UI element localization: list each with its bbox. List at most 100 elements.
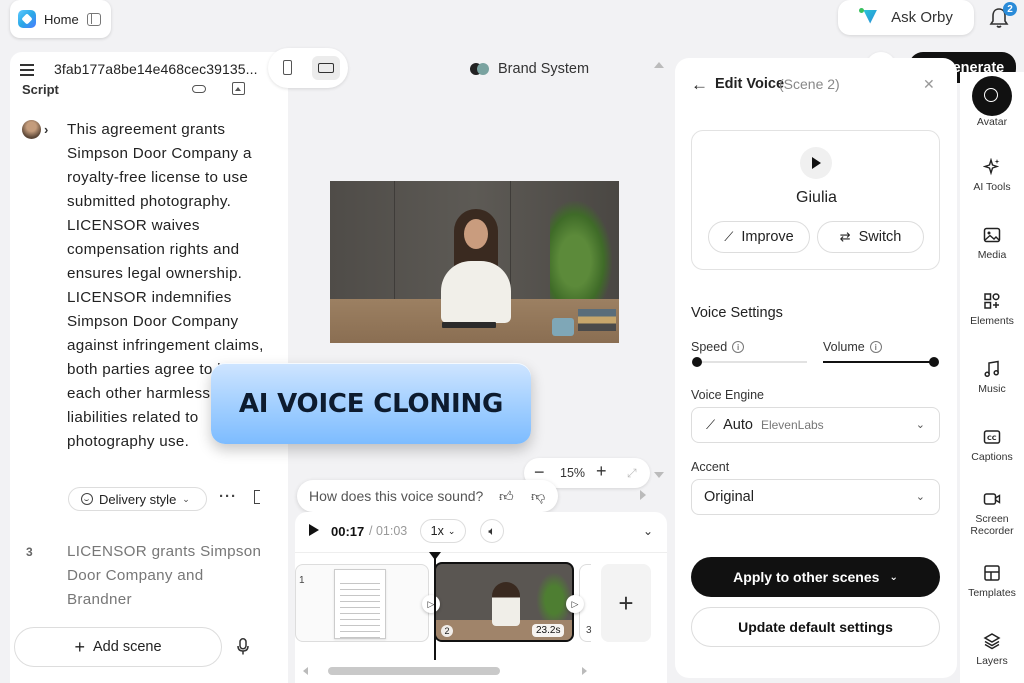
voice-preview-play-icon[interactable] (800, 147, 832, 179)
ask-orby-button[interactable]: Ask Orby (838, 0, 974, 35)
edit-voice-scene: (Scene 2) (779, 76, 840, 92)
tool-elements[interactable]: Elements (960, 292, 1024, 327)
landscape-toggle-button[interactable] (312, 56, 340, 80)
voice-engine-select[interactable]: ⟋ Auto ElevenLabs ⌄ (691, 407, 940, 443)
captions-icon: CC (983, 430, 1001, 444)
voice-engine-label: Voice Engine (691, 388, 764, 402)
thumbs-up-icon[interactable]: 👍︎ (499, 488, 514, 505)
more-options-icon[interactable]: ··· (219, 488, 237, 505)
update-default-settings-button[interactable]: Update default settings (691, 607, 940, 647)
info-icon[interactable]: i (732, 341, 745, 353)
playhead[interactable] (429, 552, 441, 660)
project-title[interactable]: 3fab177a8be14e468cec39135... (54, 61, 258, 77)
tool-rail: Avatar AI Tools Media Elements Music CC … (960, 72, 1024, 683)
accent-select[interactable]: Original ⌄ (691, 479, 940, 515)
tool-templates[interactable]: Templates (960, 564, 1024, 599)
menu-icon[interactable] (20, 64, 34, 76)
transition-icon[interactable]: ▷ (422, 595, 440, 613)
timeline-clip-2[interactable]: 2 23.2s (434, 562, 574, 642)
info-icon[interactable]: i (869, 341, 882, 353)
scene-preview-video[interactable] (330, 181, 619, 343)
timeline-scrollbar[interactable] (328, 667, 500, 675)
split-scene-icon[interactable] (254, 490, 260, 504)
speed-label: Speed i (691, 340, 745, 354)
add-scene-button[interactable]: + Add scene (14, 627, 222, 667)
tool-layers[interactable]: Layers (960, 632, 1024, 667)
tool-avatar[interactable]: Avatar (960, 116, 1024, 128)
portrait-phone-icon[interactable] (283, 60, 292, 75)
voice-engine-provider: ElevenLabs (760, 418, 824, 432)
add-clip-button[interactable]: + (601, 564, 651, 642)
swap-arrows-icon: ⇄ (839, 229, 851, 244)
preview-books (578, 309, 616, 331)
timeline-divider (295, 552, 667, 553)
collapse-timeline-icon[interactable]: ⌄ (643, 524, 653, 538)
sparkle-icon (983, 158, 1000, 176)
back-arrow-icon[interactable]: ← (691, 75, 708, 95)
scroll-down-arrow-icon[interactable] (654, 472, 664, 478)
tool-label: Avatar (976, 116, 1008, 128)
speed-slider[interactable] (692, 357, 807, 367)
microphone-icon[interactable] (237, 638, 249, 655)
notification-count-badge: 2 (1003, 2, 1017, 16)
sidebar-toggle-icon[interactable] (86, 12, 101, 26)
tool-music[interactable]: Music (960, 360, 1024, 395)
clip-number: 1 (299, 575, 305, 586)
close-icon[interactable]: ✕ (923, 76, 935, 93)
tool-media[interactable]: Media (960, 226, 1024, 261)
elements-icon (984, 293, 1000, 309)
scroll-left-arrow-icon[interactable] (303, 667, 308, 675)
delivery-style-button[interactable]: Delivery style ⌄ (68, 487, 207, 511)
scroll-up-arrow-icon[interactable] (654, 62, 664, 68)
tool-label: Music (978, 383, 1006, 395)
scene-3-script-text[interactable]: LICENSOR grants Simpson Door Company and… (67, 540, 267, 612)
clip-number: 3 (586, 625, 592, 636)
tool-label: Media (977, 249, 1007, 261)
image-icon (983, 227, 1001, 243)
tool-captions[interactable]: CC Captions (960, 428, 1024, 463)
scene-avatar-thumbnail[interactable] (22, 120, 41, 139)
voice-name: Giulia (796, 189, 837, 206)
tool-ai-tools[interactable]: AI Tools (960, 158, 1024, 193)
chevron-right-icon[interactable]: › (44, 122, 48, 137)
switch-voice-button[interactable]: ⇄ Switch (817, 221, 924, 253)
zoom-in-icon[interactable]: + (596, 461, 607, 482)
volume-icon[interactable]: 🔈︎ (480, 519, 504, 543)
playback-speed-select[interactable]: 1x ⌄ (420, 519, 466, 543)
current-time: 00:17 (331, 524, 365, 539)
image-import-icon[interactable] (232, 82, 245, 95)
preview-keyboard (442, 322, 496, 328)
play-icon[interactable] (309, 524, 319, 536)
ask-orby-label: Ask Orby (891, 9, 953, 26)
music-note-icon (984, 360, 999, 378)
smile-icon (81, 493, 93, 505)
scroll-right-arrow-icon[interactable] (640, 490, 646, 500)
timeline-clip-1[interactable] (295, 564, 429, 642)
transition-icon[interactable]: ▷ (566, 595, 584, 613)
apply-to-other-scenes-button[interactable]: Apply to other scenes ⌄ (691, 557, 940, 597)
tool-screen-recorder[interactable]: Screen Recorder (960, 490, 1024, 537)
captions-toggle-icon[interactable] (192, 85, 206, 93)
avatar-tool-active-icon[interactable] (972, 76, 1012, 116)
edit-voice-panel: ← Edit Voice (Scene 2) ✕ Giulia ⟋ Improv… (675, 58, 957, 678)
scroll-right-arrow-icon[interactable] (582, 667, 587, 675)
edit-voice-title: Edit Voice (715, 76, 785, 92)
voice-settings-heading: Voice Settings (691, 305, 783, 321)
brand-system-button[interactable]: Brand System (470, 61, 589, 77)
avatar-face (464, 219, 488, 249)
fit-screen-icon[interactable]: ⤢ (627, 466, 637, 481)
avatar-body (441, 261, 511, 323)
tool-label: Screen Recorder (970, 513, 1014, 537)
volume-slider[interactable] (823, 357, 939, 367)
thumbs-down-icon[interactable]: 👎︎ (531, 488, 545, 505)
improve-button[interactable]: ⟋ Improve (708, 221, 810, 253)
volume-slider-handle[interactable] (929, 357, 939, 367)
voice-engine-value: Auto (723, 417, 753, 433)
home-button[interactable]: Home (10, 0, 111, 38)
speed-slider-handle[interactable] (692, 357, 702, 367)
screen-recorder-icon (983, 493, 1001, 505)
playback-speed-value: 1x (430, 524, 444, 538)
document-thumbnail (334, 569, 386, 639)
speed-label-text: Speed (691, 340, 728, 354)
script-heading: Script (22, 82, 59, 97)
